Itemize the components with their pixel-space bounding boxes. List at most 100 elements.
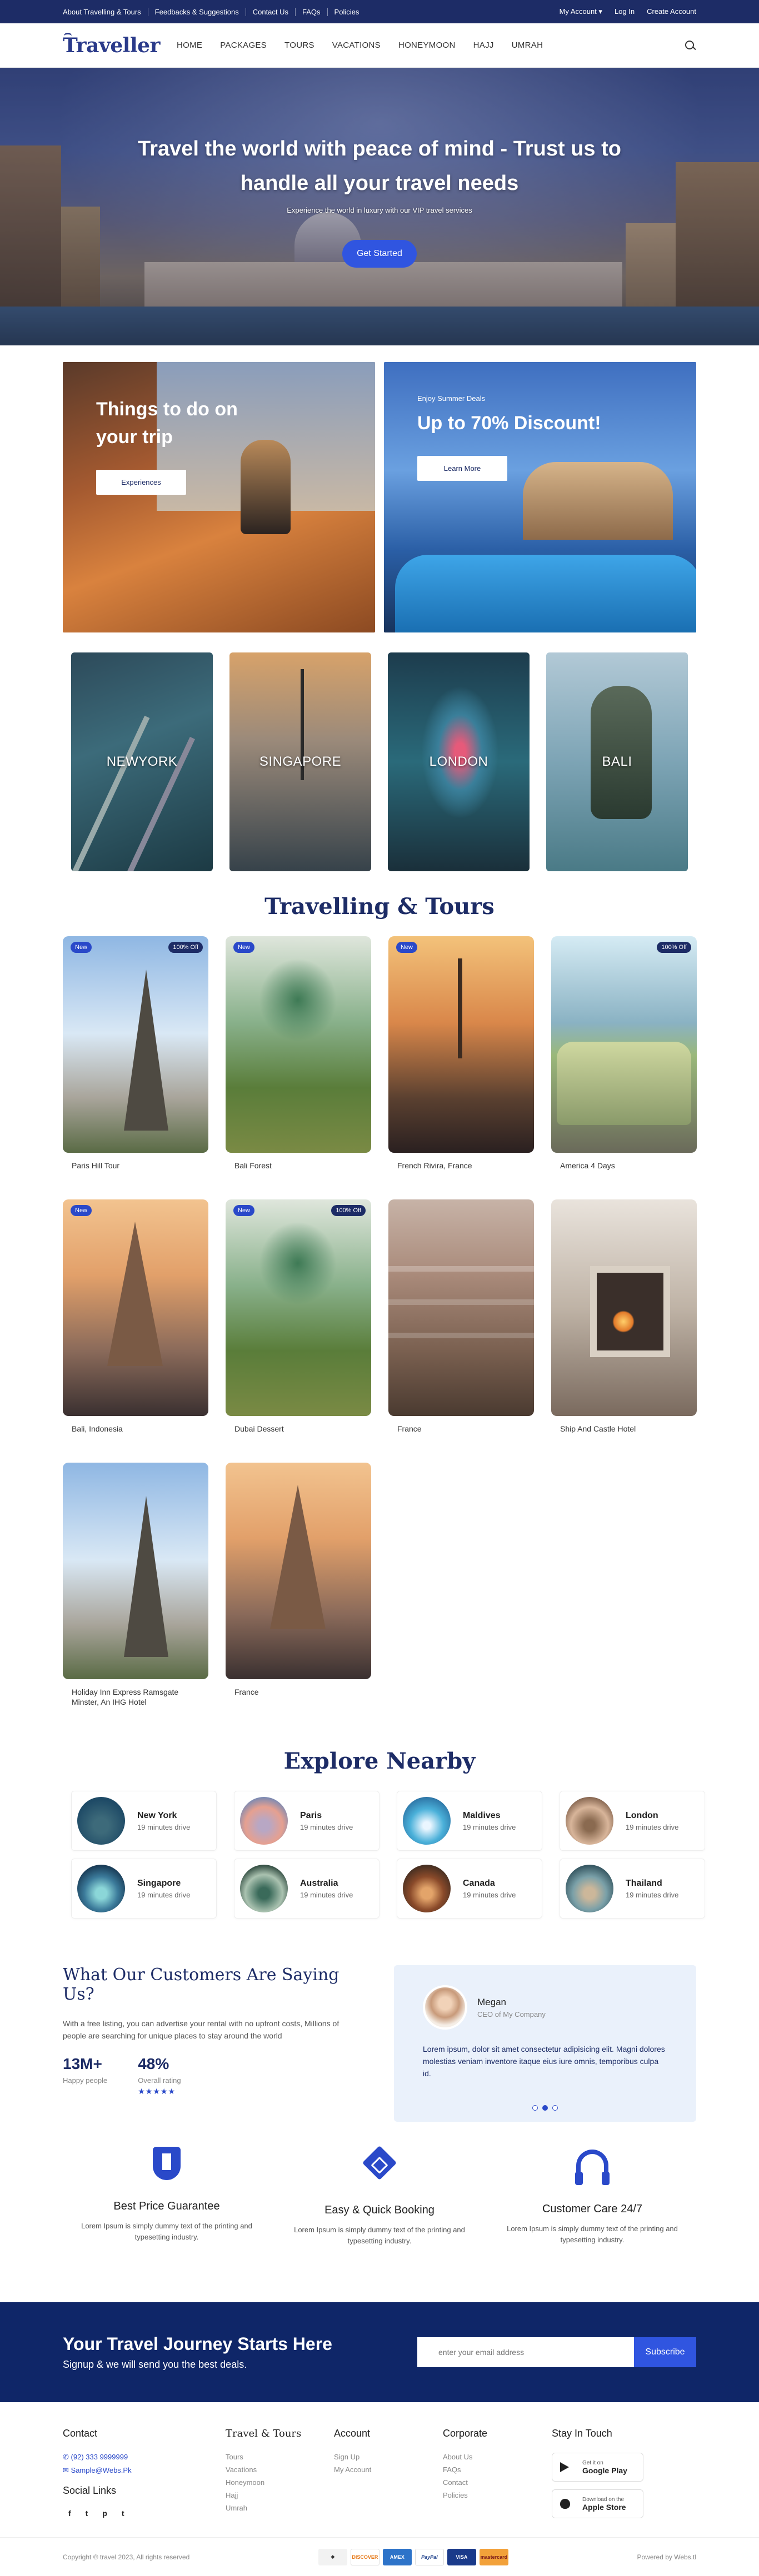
nearby-card[interactable]: Australia 19 minutes drive bbox=[234, 1859, 379, 1919]
carousel-dots bbox=[394, 2105, 696, 2111]
top-link-about[interactable]: About Travelling & Tours bbox=[63, 7, 148, 16]
google-play-button[interactable]: Get it on Google Play bbox=[552, 2453, 643, 2482]
nearby-card[interactable]: London 19 minutes drive bbox=[560, 1791, 705, 1851]
nav-item-umrah[interactable]: UMRAH bbox=[512, 41, 543, 50]
footer-link[interactable]: Umrah bbox=[226, 2504, 334, 2512]
subscribe-button[interactable]: Subscribe bbox=[634, 2337, 696, 2367]
footer-link[interactable]: Honeymoon bbox=[226, 2478, 334, 2487]
top-link-policies[interactable]: Policies bbox=[328, 8, 366, 16]
nav-menu: HOME PACKAGES TOURS VACATIONS HONEYMOON … bbox=[177, 41, 543, 50]
social-links: f t p t bbox=[63, 2509, 226, 2518]
new-badge: New bbox=[71, 1205, 92, 1216]
nav-item-hajj[interactable]: HAJJ bbox=[473, 41, 494, 50]
tour-card[interactable]: New Bali Forest bbox=[226, 936, 371, 1188]
nav-item-vacations[interactable]: VACATIONS bbox=[332, 41, 381, 50]
city-card-bali[interactable]: BALI bbox=[546, 652, 688, 871]
learn-more-button[interactable]: Learn More bbox=[417, 456, 507, 481]
place-avatar bbox=[240, 1865, 288, 1912]
place-avatar bbox=[77, 1865, 125, 1912]
new-badge: New bbox=[71, 942, 92, 953]
search-icon[interactable] bbox=[684, 39, 696, 52]
store-big: Google Play bbox=[582, 2465, 627, 2475]
email-input[interactable] bbox=[417, 2337, 634, 2367]
tour-name: Paris Hill Tour bbox=[72, 1161, 120, 1170]
footer-link[interactable]: My Account bbox=[334, 2465, 443, 2474]
top-links: About Travelling & Tours Feedbacks & Sug… bbox=[63, 7, 366, 16]
carousel-dot-active[interactable] bbox=[542, 2105, 548, 2111]
tour-card[interactable]: France bbox=[388, 1199, 534, 1452]
footer-link[interactable]: Hajj bbox=[226, 2491, 334, 2499]
my-account-dropdown[interactable]: My Account ▾ bbox=[560, 7, 602, 16]
place-name: Paris bbox=[300, 1810, 322, 1820]
pinterest-icon[interactable]: p bbox=[102, 2509, 107, 2518]
testimonials-intro: What Our Customers Are Saying Us? With a… bbox=[63, 1965, 363, 2122]
footer-link[interactable]: Vacations bbox=[226, 2465, 334, 2474]
feature-booking: Easy & Quick Booking Lorem Ipsum is simp… bbox=[279, 2144, 480, 2247]
promo-title-line2: your trip bbox=[96, 426, 173, 448]
footer-link[interactable]: Sign Up bbox=[334, 2453, 443, 2461]
city-card-newyork[interactable]: NEWYORK bbox=[71, 652, 213, 871]
tumblr-icon[interactable]: t bbox=[122, 2509, 124, 2518]
nearby-card[interactable]: New York 19 minutes drive bbox=[71, 1791, 217, 1851]
top-link-feedback[interactable]: Feedbacks & Suggestions bbox=[148, 7, 246, 16]
place-info: Thailand 19 minutes drive bbox=[626, 1879, 678, 1899]
tour-card[interactable]: Holiday Inn Express Ramsgate Minster, An… bbox=[63, 1463, 208, 1715]
place-name: Singapore bbox=[137, 1878, 181, 1888]
shield-icon bbox=[147, 2147, 186, 2186]
nav-item-tours[interactable]: TOURS bbox=[284, 41, 314, 50]
promo-things-to-do: Things to do on your trip Experiences bbox=[63, 362, 375, 632]
chevron-down-icon: ▾ bbox=[598, 7, 602, 16]
footer-link[interactable]: Policies bbox=[443, 2491, 552, 2499]
login-link[interactable]: Log In bbox=[615, 7, 635, 16]
footer-link[interactable]: Tours bbox=[226, 2453, 334, 2461]
nearby-card[interactable]: Maldives 19 minutes drive bbox=[397, 1791, 542, 1851]
get-started-button[interactable]: Get Started bbox=[342, 240, 417, 268]
powered-by: Powered by Webs.tl bbox=[637, 2553, 697, 2561]
discount-badge: 100% Off bbox=[168, 942, 203, 953]
nav-item-packages[interactable]: PACKAGES bbox=[220, 41, 267, 50]
tour-card[interactable]: New 100% Off Dubai Dessert bbox=[226, 1199, 371, 1452]
tour-card[interactable]: 100% Off America 4 Days bbox=[551, 936, 697, 1188]
phone-icon: ✆ bbox=[63, 2453, 69, 2461]
twitter-icon[interactable]: t bbox=[86, 2509, 88, 2518]
tour-card[interactable]: Ship And Castle Hotel bbox=[551, 1199, 697, 1452]
footer-link[interactable]: About Us bbox=[443, 2453, 552, 2461]
amex-icon: AMEX bbox=[382, 2548, 412, 2565]
subscribe-form: Subscribe bbox=[417, 2337, 696, 2367]
facebook-icon[interactable]: f bbox=[68, 2509, 71, 2518]
phone-link[interactable]: ✆ (92) 333 9999999 bbox=[63, 2453, 226, 2462]
nearby-card[interactable]: Canada 19 minutes drive bbox=[397, 1859, 542, 1919]
logo[interactable]: Traveller bbox=[63, 32, 161, 57]
footer-tours: Travel & Tours Tours Vacations Honeymoon… bbox=[226, 2428, 334, 2526]
carousel-dot[interactable] bbox=[552, 2105, 558, 2111]
nearby-card[interactable]: Singapore 19 minutes drive bbox=[71, 1859, 217, 1919]
place-drive: 19 minutes drive bbox=[300, 1890, 353, 1899]
experiences-button[interactable]: Experiences bbox=[96, 470, 186, 495]
app-store-button[interactable]: Download on the Apple Store bbox=[552, 2489, 643, 2518]
create-account-link[interactable]: Create Account bbox=[647, 7, 696, 16]
footer-link[interactable]: FAQs bbox=[443, 2465, 552, 2474]
tour-card[interactable]: France bbox=[226, 1463, 371, 1715]
email-text: Sample@Webs.Pk bbox=[71, 2466, 132, 2474]
tour-card[interactable]: New Bali, Indonesia bbox=[63, 1199, 208, 1452]
top-link-faqs[interactable]: FAQs bbox=[296, 7, 328, 16]
nav-item-honeymoon[interactable]: HONEYMOON bbox=[398, 41, 456, 50]
mastercard-icon: mastercard bbox=[479, 2548, 508, 2565]
carousel-dot[interactable] bbox=[532, 2105, 538, 2111]
tour-card[interactable]: New 100% Off Paris Hill Tour bbox=[63, 936, 208, 1188]
tour-image bbox=[226, 1463, 371, 1679]
tour-image: New bbox=[226, 936, 371, 1153]
nearby-card[interactable]: Paris 19 minutes drive bbox=[234, 1791, 379, 1851]
nav-item-home[interactable]: HOME bbox=[177, 41, 202, 50]
stats: 13M+ Happy people 48% Overall rating ★★★… bbox=[63, 2055, 363, 2096]
stat-happy-people: 13M+ Happy people bbox=[63, 2055, 107, 2096]
nearby-card[interactable]: Thailand 19 minutes drive bbox=[560, 1859, 705, 1919]
nearby-section-title: Explore Nearby bbox=[283, 1748, 476, 1774]
top-link-contact[interactable]: Contact Us bbox=[246, 7, 296, 16]
city-card-london[interactable]: LONDON bbox=[388, 652, 530, 871]
tour-card[interactable]: New French Rivira, France bbox=[388, 936, 534, 1188]
store-small: Download on the bbox=[582, 2496, 625, 2503]
email-link[interactable]: ✉ Sample@Webs.Pk bbox=[63, 2466, 226, 2475]
city-card-singapore[interactable]: SINGAPORE bbox=[229, 652, 371, 871]
footer-link[interactable]: Contact bbox=[443, 2478, 552, 2487]
